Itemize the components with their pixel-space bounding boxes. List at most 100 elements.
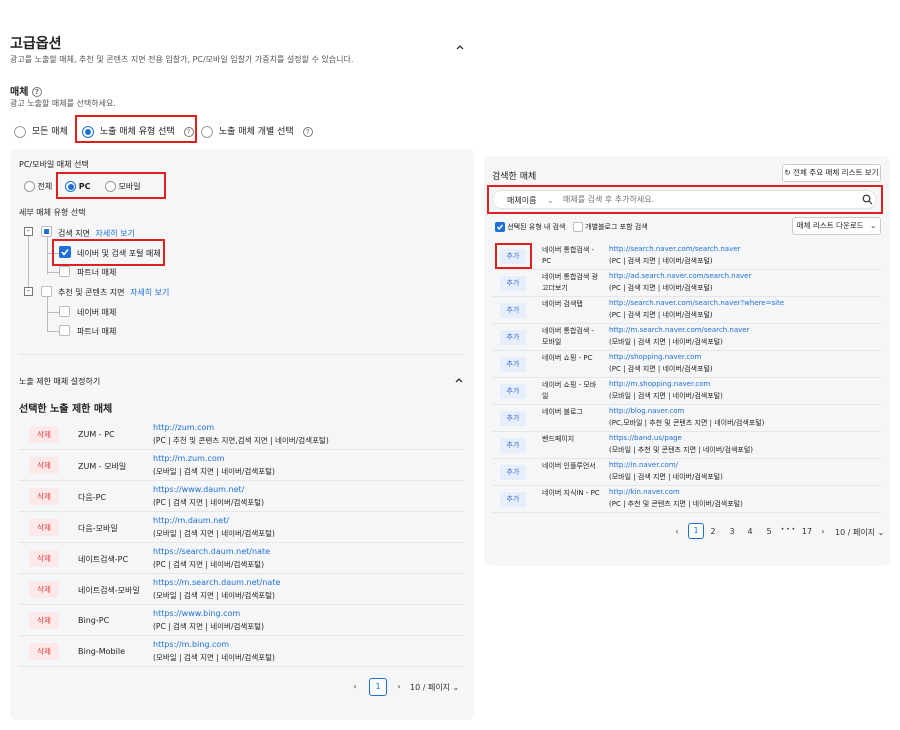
chevron-down-icon: ⌄ bbox=[877, 528, 885, 537]
media-option-all[interactable]: 모든 매체 bbox=[14, 124, 68, 138]
pagination-page[interactable]: 17 bbox=[800, 527, 814, 536]
result-media-desc: (PC,모바일 | 추천 및 콘텐츠 지면 | 네이버/검색포털) bbox=[609, 419, 765, 427]
pagination-next-icon[interactable]: › bbox=[818, 527, 828, 536]
collapse-minus-icon[interactable]: - bbox=[24, 287, 33, 296]
limit-media-url[interactable]: https://m.bing.com bbox=[153, 640, 229, 649]
limit-media-url[interactable]: https://search.daum.net/nate bbox=[153, 547, 270, 556]
recommend-more-link[interactable]: 자세히 보기 bbox=[130, 288, 169, 297]
checkbox[interactable] bbox=[59, 266, 70, 277]
row-divider bbox=[492, 269, 881, 270]
detail-title: 세부 매체 유형 선택 bbox=[19, 208, 86, 217]
pagination-page[interactable]: 1 bbox=[688, 523, 704, 539]
limit-media-url[interactable]: http://zum.com bbox=[153, 423, 214, 432]
collapse-chevron-icon[interactable] bbox=[454, 375, 464, 385]
limit-media-url[interactable]: http://m.daum.net/ bbox=[153, 516, 229, 525]
add-button[interactable]: 추가 bbox=[500, 276, 526, 291]
media-description: 광고 노출할 매체를 선택하세요. bbox=[10, 99, 116, 108]
pagination-next-icon[interactable]: › bbox=[394, 682, 404, 691]
result-media-desc: (PC | 검색 지면 | 네이버/검색포털) bbox=[609, 257, 713, 265]
add-button[interactable]: 추가 bbox=[500, 303, 526, 318]
result-media-url[interactable]: http://ad.search.naver.com/search.naver bbox=[609, 272, 751, 280]
download-button[interactable]: 매체 리스트 다운로드 ⌄ bbox=[792, 217, 881, 235]
highlight-box bbox=[487, 185, 883, 214]
delete-button[interactable]: 삭제 bbox=[29, 426, 59, 443]
filter-selected-type[interactable]: 선택된 유형 내 검색 bbox=[495, 222, 565, 232]
radio-icon bbox=[24, 181, 35, 192]
media-option-individual[interactable]: 노출 매체 개별 선택 ? bbox=[201, 124, 313, 138]
pagination-page[interactable]: 5 bbox=[763, 527, 775, 536]
result-media-name: 네이버 인플루언서 bbox=[542, 462, 596, 470]
pagination-page[interactable]: 2 bbox=[707, 527, 719, 536]
result-media-url[interactable]: http://search.naver.com/search.naver bbox=[609, 245, 740, 253]
result-media-url[interactable]: http://shopping.naver.com bbox=[609, 353, 701, 361]
row-divider bbox=[19, 573, 464, 574]
checkbox[interactable] bbox=[59, 325, 70, 336]
highlight-box bbox=[56, 172, 166, 199]
result-media-url[interactable]: http://m.search.naver.com/search.naver bbox=[609, 326, 749, 334]
limit-media-url[interactable]: http://m.zum.com bbox=[153, 454, 225, 463]
limit-media-name: Bing-Mobile bbox=[78, 647, 125, 656]
filter-blog[interactable]: 개별블로그 포함 검색 bbox=[573, 222, 648, 232]
per-page-select[interactable]: 10 / 페이지 ⌄ bbox=[410, 682, 459, 693]
result-media-name: 네이버 블로그 bbox=[542, 408, 583, 416]
result-media-desc: (PC | 검색 지면 | 네이버/검색포털) bbox=[609, 284, 713, 292]
limit-media-url[interactable]: https://m.search.daum.net/nate bbox=[153, 578, 280, 587]
limit-media-url[interactable]: https://www.bing.com bbox=[153, 609, 240, 618]
add-button[interactable]: 추가 bbox=[500, 384, 526, 399]
limit-media-name: 다음-모바일 bbox=[78, 524, 118, 533]
add-button[interactable]: 추가 bbox=[500, 438, 526, 453]
collapse-minus-icon[interactable]: - bbox=[24, 227, 33, 236]
delete-button[interactable]: 삭제 bbox=[29, 519, 59, 536]
result-media-name: 네이버 검색탭 bbox=[542, 300, 583, 308]
result-media-url[interactable]: http://search.naver.com/search.naver?whe… bbox=[609, 299, 784, 307]
limit-media-desc: (모바일 | 검색 지면 | 네이버/검색포털) bbox=[153, 467, 275, 476]
pagination-page[interactable]: 1 bbox=[369, 678, 387, 696]
partial-checkbox[interactable] bbox=[41, 226, 52, 237]
collapse-chevron-icon[interactable] bbox=[455, 42, 465, 52]
help-icon[interactable]: ? bbox=[302, 126, 313, 137]
pagination-page[interactable]: 4 bbox=[744, 527, 756, 536]
add-button[interactable]: 추가 bbox=[500, 330, 526, 345]
limit-media-url[interactable]: https://www.daum.net/ bbox=[153, 485, 244, 494]
result-media-url[interactable]: http://kin.naver.com bbox=[609, 488, 680, 496]
pagination-prev-icon[interactable]: ‹ bbox=[672, 527, 682, 536]
tree-item-naver: 네이버 매체 bbox=[77, 308, 117, 317]
delete-button[interactable]: 삭제 bbox=[29, 457, 59, 474]
row-divider bbox=[19, 511, 464, 512]
result-media-url[interactable]: http://in.naver.com/ bbox=[609, 461, 678, 469]
result-media-name: 네이버 통합검색 - PC bbox=[542, 246, 595, 265]
device-option-label: 전체 bbox=[37, 182, 53, 191]
pagination-prev-icon[interactable]: ‹ bbox=[350, 682, 360, 691]
add-button[interactable]: 추가 bbox=[500, 492, 526, 507]
pagination-ellipsis[interactable]: • • • bbox=[779, 526, 797, 533]
delete-button[interactable]: 삭제 bbox=[29, 488, 59, 505]
tree-line bbox=[47, 272, 59, 273]
per-page-select[interactable]: 10 / 페이지 ⌄ bbox=[835, 527, 884, 538]
result-media-desc: (PC | 검색 지면 | 네이버/검색포털) bbox=[609, 311, 713, 319]
checkbox[interactable] bbox=[59, 306, 70, 317]
result-media-url[interactable]: https://band.us/page bbox=[609, 434, 682, 442]
row-divider bbox=[19, 449, 464, 450]
tree-line bbox=[47, 331, 59, 332]
pagination-page[interactable]: 3 bbox=[726, 527, 738, 536]
view-all-button[interactable]: ↻ 전체 주요 매체 리스트 보기 bbox=[782, 164, 881, 182]
delete-button[interactable]: 삭제 bbox=[29, 612, 59, 629]
add-button[interactable]: 추가 bbox=[500, 357, 526, 372]
device-option-all[interactable]: 전체 bbox=[24, 181, 52, 192]
row-divider bbox=[492, 512, 881, 513]
delete-button[interactable]: 삭제 bbox=[29, 581, 59, 598]
delete-button[interactable]: 삭제 bbox=[29, 550, 59, 567]
search-more-link[interactable]: 자세히 보기 bbox=[96, 229, 135, 238]
add-button[interactable]: 추가 bbox=[500, 411, 526, 426]
result-media-url[interactable]: http://m.shopping.naver.com bbox=[609, 380, 710, 388]
result-media-name: 밴드페이지 bbox=[542, 435, 575, 443]
result-media-url[interactable]: http://blog.naver.com bbox=[609, 407, 684, 415]
add-button[interactable]: 추가 bbox=[500, 465, 526, 480]
radio-icon bbox=[201, 125, 213, 138]
help-icon[interactable]: ? bbox=[31, 87, 42, 97]
limit-media-desc: (PC | 검색 지면 | 네이버/검색포털) bbox=[153, 498, 265, 507]
limit-media-desc: (모바일 | 검색 지면 | 네이버/검색포털) bbox=[153, 653, 275, 662]
tree-item-label: 추천 및 콘텐츠 지면 bbox=[58, 288, 125, 297]
view-all-label: 전체 주요 매체 리스트 보기 bbox=[793, 168, 879, 177]
delete-button[interactable]: 삭제 bbox=[29, 643, 59, 660]
